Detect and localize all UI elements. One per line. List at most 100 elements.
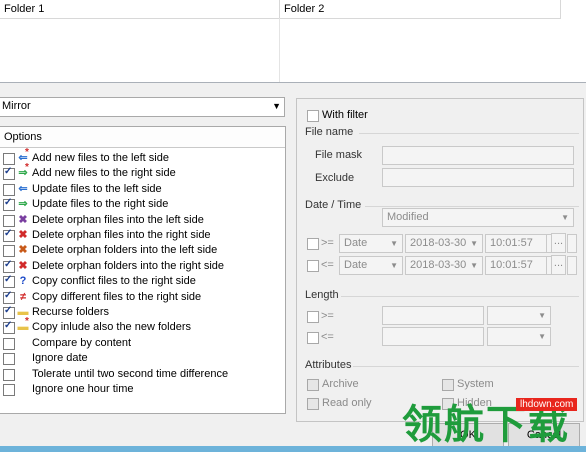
update-left-icon: ⇐: [18, 182, 28, 195]
option-label: Copy conflict files to the right side: [32, 275, 196, 288]
option-label: Add new files to the right side: [32, 167, 176, 180]
with-filter-checkbox[interactable]: [307, 110, 319, 122]
option-item[interactable]: ? Copy conflict files to the right side: [0, 274, 283, 289]
time-value: 10:01:57: [490, 259, 533, 271]
date-time-section: Date / Time: [305, 199, 362, 211]
date-from-kind-select[interactable]: Date ▼: [339, 234, 403, 253]
option-item[interactable]: ⇒*Add new files to the right side: [0, 162, 283, 181]
chevron-down-icon: ▼: [390, 261, 398, 270]
option-checkbox[interactable]: [3, 353, 15, 366]
new-folder-icon: ▬ *: [17, 316, 29, 334]
option-checkbox[interactable]: [3, 245, 15, 258]
folder-comparison-panel[interactable]: Folder 1 Folder 2: [0, 0, 586, 83]
star-icon: *: [25, 162, 29, 174]
time-value: 10:01:57: [490, 237, 533, 249]
date-value: 2018-03-30: [410, 237, 467, 249]
sync-mode-value: Mirror: [2, 100, 31, 112]
option-label: Delete orphan folders into the left side: [32, 244, 218, 257]
option-checkbox[interactable]: [3, 337, 15, 350]
date-from-browse-button[interactable]: ...: [551, 233, 566, 253]
date-type-select[interactable]: Modified ▼: [382, 208, 574, 227]
option-item[interactable]: Ignore one hour time: [0, 382, 283, 397]
date-from-picker[interactable]: 2018-03-30 ▼: [405, 234, 483, 253]
divider: [341, 296, 579, 297]
watermark-url: lhdown.com: [516, 398, 578, 411]
date-to-operator: <=: [321, 259, 334, 271]
question-icon: ?: [19, 275, 27, 288]
option-checkbox[interactable]: [3, 274, 15, 289]
option-checkbox[interactable]: [3, 384, 15, 396]
option-checkbox[interactable]: [3, 320, 15, 335]
chevron-down-icon: ▼: [390, 239, 398, 248]
column-separator: [279, 18, 280, 82]
date-kind-value: Date: [344, 259, 368, 271]
option-item[interactable]: ✖ Delete orphan folders into the left sid…: [0, 243, 283, 258]
option-checkbox[interactable]: [3, 305, 15, 319]
date-to-browse-button[interactable]: ...: [551, 255, 566, 275]
file-mask-input[interactable]: [382, 146, 574, 165]
date-to-picker[interactable]: 2018-03-30 ▼: [405, 256, 483, 275]
option-checkbox[interactable]: [3, 166, 15, 181]
chevron-down-icon: ▼: [470, 239, 478, 248]
option-label: Compare by content: [32, 336, 132, 349]
date-to-checkbox[interactable]: [307, 260, 319, 272]
option-item[interactable]: ⇐ * Add new files to the left side: [0, 147, 283, 166]
option-checkbox[interactable]: [3, 153, 15, 165]
chevron-down-icon: ▼: [272, 101, 281, 111]
option-item[interactable]: ✖ Delete orphan files into the left side: [0, 213, 283, 228]
delete-left-icon: ✖: [18, 213, 28, 226]
length-max-checkbox[interactable]: [307, 332, 319, 344]
option-label: Delete orphan folders into the right sid…: [32, 259, 225, 272]
read-only-checkbox[interactable]: [307, 398, 319, 410]
length-min-checkbox[interactable]: [307, 311, 319, 323]
attributes-section: Attributes: [305, 359, 352, 371]
option-item[interactable]: Compare by content: [0, 336, 283, 351]
system-checkbox[interactable]: [442, 379, 454, 391]
time-to-input[interactable]: 10:01:57: [485, 256, 547, 275]
folder2-column-header[interactable]: Folder 2: [280, 0, 561, 19]
with-filter-label: With filter: [322, 109, 368, 121]
option-item[interactable]: ✖ Delete orphan files into the right side: [0, 228, 283, 243]
option-item[interactable]: ▬Recurse folders: [0, 305, 283, 320]
option-label: Ignore date: [32, 352, 88, 365]
add-right-icon: ⇒ *: [18, 162, 29, 180]
option-checkbox[interactable]: [3, 290, 15, 304]
option-item[interactable]: ✖ Delete orphan folders into the right si…: [0, 259, 283, 274]
exclude-input[interactable]: [382, 168, 574, 187]
options-list[interactable]: Options ⇐ * Add new files to the left side…: [0, 126, 286, 414]
date-to-scroll[interactable]: [567, 256, 577, 275]
option-label: Add new files to the left side: [32, 152, 169, 164]
option-item[interactable]: ⇐ Update files to the left side: [0, 182, 283, 197]
folder1-column-header[interactable]: Folder 1: [0, 0, 280, 19]
length-min-input[interactable]: [382, 306, 484, 325]
option-item[interactable]: Tolerate until two second time differenc…: [0, 367, 283, 382]
option-label: Delete orphan files into the right side: [32, 229, 211, 241]
option-checkbox[interactable]: [3, 197, 15, 212]
option-item[interactable]: ⇒ Update files to the right side: [0, 197, 283, 212]
date-from-checkbox[interactable]: [307, 238, 319, 250]
date-from-scroll[interactable]: [567, 234, 577, 253]
option-checkbox[interactable]: [3, 214, 15, 227]
date-to-kind-select[interactable]: Date ▼: [339, 256, 403, 275]
option-label: Update files to the left side: [32, 182, 162, 195]
divider: [359, 133, 579, 134]
time-from-input[interactable]: 10:01:57: [485, 234, 547, 253]
archive-checkbox[interactable]: [307, 379, 319, 391]
option-item[interactable]: ▬*Copy inlude also the new folders: [0, 316, 283, 335]
system-label: System: [457, 378, 494, 390]
length-max-operator: <=: [321, 331, 334, 343]
option-checkbox[interactable]: [3, 259, 15, 273]
option-checkbox[interactable]: [3, 228, 15, 242]
divider: [365, 206, 579, 207]
option-item[interactable]: Ignore date: [0, 351, 283, 366]
length-max-unit-select[interactable]: ▼: [487, 327, 551, 346]
length-max-input[interactable]: [382, 327, 484, 346]
option-checkbox[interactable]: [3, 183, 15, 196]
not-equal-icon: ≠: [19, 290, 27, 303]
sync-mode-select[interactable]: Mirror ▼: [0, 97, 285, 117]
option-item[interactable]: ≠ Copy different files to the right side: [0, 290, 283, 305]
date-kind-value: Date: [344, 237, 368, 249]
option-checkbox[interactable]: [3, 368, 15, 381]
chevron-down-icon: ▼: [561, 213, 569, 222]
length-min-unit-select[interactable]: ▼: [487, 306, 551, 325]
